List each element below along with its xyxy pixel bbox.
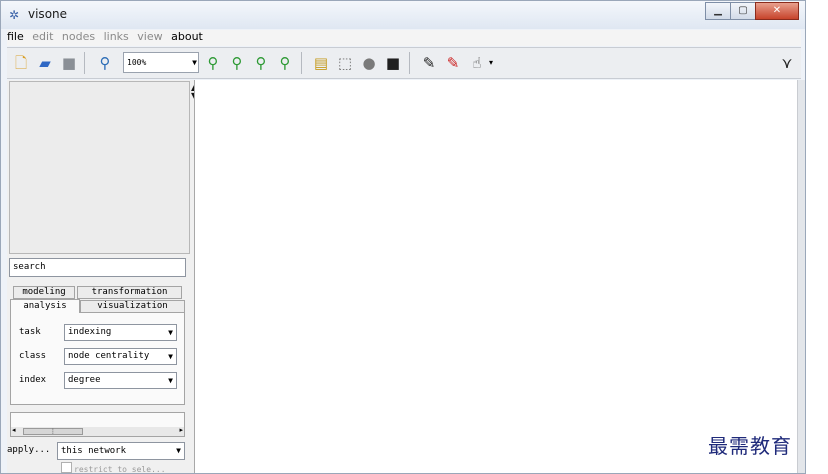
tab-visualization[interactable]: visualization bbox=[80, 300, 185, 313]
hand-pointer-icon[interactable]: ☝ bbox=[467, 53, 487, 73]
zoom-out-icon[interactable]: ⚲ bbox=[227, 53, 247, 73]
tab-analysis[interactable]: analysis bbox=[10, 299, 80, 314]
toolbar-separator bbox=[409, 52, 410, 74]
menu-bar: file edit nodes links view about bbox=[7, 30, 801, 46]
menu-view[interactable]: view bbox=[137, 30, 162, 43]
tab-transformation-label: transformation bbox=[91, 287, 168, 297]
network-canvas[interactable] bbox=[194, 80, 798, 473]
pencil-black-icon[interactable]: ✎ bbox=[419, 53, 439, 73]
scroll-right-icon[interactable]: ▸ bbox=[179, 426, 183, 434]
chevron-down-icon: ▼ bbox=[168, 352, 173, 361]
zoom-select[interactable]: 100% ▼ bbox=[123, 52, 199, 73]
options-area: ◂ ⋮ ▸ bbox=[10, 412, 185, 437]
zoom-magnifier-icon[interactable]: ⚲ bbox=[95, 53, 115, 73]
chevron-down-icon: ▼ bbox=[192, 58, 197, 67]
maximize-button[interactable]: ▢ bbox=[730, 2, 756, 20]
index-value: degree bbox=[68, 375, 101, 385]
zoom-fit-icon[interactable]: ⚲ bbox=[251, 53, 271, 73]
vertical-scrollbar[interactable] bbox=[797, 80, 805, 473]
tab-visualization-label: visualization bbox=[97, 301, 168, 311]
visone-app-icon: ✲ bbox=[9, 8, 20, 22]
analysis-tab-body: task indexing ▼ class node centrality ▼ … bbox=[10, 313, 185, 405]
apply-target-select[interactable]: this network ▼ bbox=[57, 442, 185, 460]
index-label: index bbox=[19, 375, 47, 385]
window-title: visone bbox=[28, 7, 68, 21]
tab-analysis-label: analysis bbox=[23, 301, 67, 311]
title-bar: ✲ visone ▁ ▢ ✕ bbox=[1, 1, 805, 29]
new-file-icon[interactable]: 🗋 bbox=[11, 53, 31, 73]
menu-nodes[interactable]: nodes bbox=[62, 30, 95, 43]
tab-modeling[interactable]: modeling bbox=[13, 286, 75, 299]
class-label: class bbox=[19, 351, 47, 361]
scrollbar-thumb[interactable]: ⋮ bbox=[23, 428, 83, 435]
zoom-value: 100% bbox=[127, 58, 147, 67]
index-select[interactable]: degree ▼ bbox=[64, 372, 177, 389]
cursor-select-icon[interactable]: ⬚ bbox=[335, 53, 355, 73]
task-label: task bbox=[19, 327, 41, 337]
console-icon[interactable]: ■ bbox=[383, 53, 403, 73]
left-panel: ▲▼ search modeling transformation analys… bbox=[7, 80, 197, 474]
chevron-down-icon: ▼ bbox=[176, 446, 181, 455]
restrict-checkbox[interactable]: restrict to sele... bbox=[61, 462, 166, 474]
task-value: indexing bbox=[68, 327, 112, 337]
menu-file[interactable]: file bbox=[7, 30, 24, 43]
search-input[interactable]: search bbox=[9, 258, 186, 277]
chevron-down-icon[interactable]: ▾ bbox=[486, 53, 496, 73]
menu-links[interactable]: links bbox=[104, 30, 129, 43]
minimize-button[interactable]: ▁ bbox=[705, 2, 731, 20]
network-overview[interactable] bbox=[9, 81, 190, 254]
toolbar: 🗋 ▰ ■ ⚲ 100% ▼ ⚲ ⚲ ⚲ ⚲ ▤ ⬚ ● ■ ✎ ✎ ☝ ▾ ⋎ bbox=[7, 47, 801, 79]
horizontal-scrollbar[interactable]: ◂ ⋮ ▸ bbox=[11, 426, 184, 436]
open-folder-icon[interactable]: ▰ bbox=[35, 53, 55, 73]
graph-layout-icon[interactable]: ⋎ bbox=[777, 53, 797, 73]
toolbar-separator bbox=[84, 52, 85, 74]
save-icon[interactable]: ■ bbox=[59, 53, 79, 73]
checkbox-box bbox=[61, 462, 72, 473]
tab-modeling-label: modeling bbox=[22, 287, 66, 297]
close-button[interactable]: ✕ bbox=[755, 2, 799, 20]
app-window: ✲ visone ▁ ▢ ✕ file edit nodes links vie… bbox=[0, 0, 806, 474]
class-select[interactable]: node centrality ▼ bbox=[64, 348, 177, 365]
apply-label: apply... bbox=[7, 445, 51, 455]
zoom-in-icon[interactable]: ⚲ bbox=[203, 53, 223, 73]
task-select[interactable]: indexing ▼ bbox=[64, 324, 177, 341]
bubble-icon[interactable]: ● bbox=[359, 53, 379, 73]
scroll-left-icon[interactable]: ◂ bbox=[12, 426, 16, 434]
restrict-label: restrict to sele... bbox=[74, 465, 166, 474]
window-controls: ▁ ▢ ✕ bbox=[705, 2, 799, 20]
chevron-down-icon: ▼ bbox=[168, 328, 173, 337]
zoom-selection-icon[interactable]: ⚲ bbox=[275, 53, 295, 73]
chevron-down-icon: ▼ bbox=[168, 376, 173, 385]
menu-about[interactable]: about bbox=[171, 30, 203, 43]
pencil-red-icon[interactable]: ✎ bbox=[443, 53, 463, 73]
table-icon[interactable]: ▤ bbox=[311, 53, 331, 73]
menu-edit[interactable]: edit bbox=[32, 30, 53, 43]
tab-transformation[interactable]: transformation bbox=[77, 286, 182, 299]
search-value: search bbox=[13, 262, 46, 272]
toolbar-separator bbox=[301, 52, 302, 74]
apply-target-value: this network bbox=[61, 446, 127, 456]
class-value: node centrality bbox=[68, 351, 150, 361]
watermark-text: 最需教育 bbox=[708, 434, 792, 458]
